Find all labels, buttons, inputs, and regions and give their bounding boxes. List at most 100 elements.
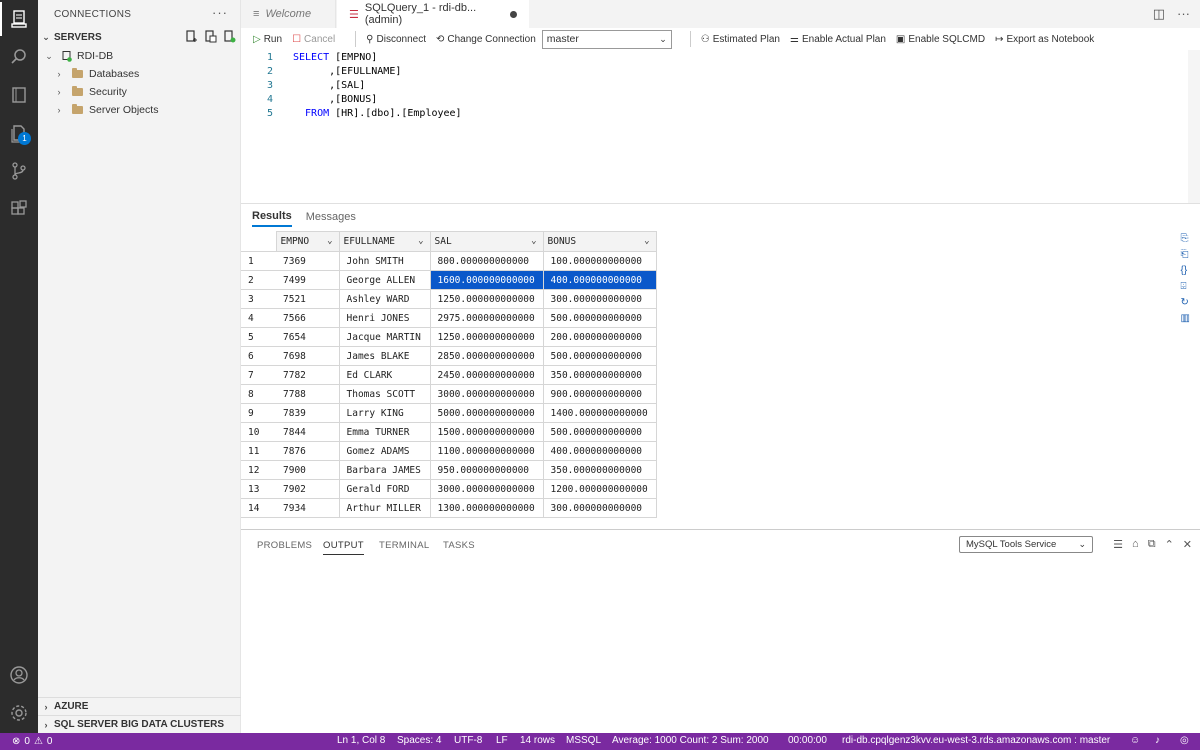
- table-cell[interactable]: 1600.000000000000: [430, 270, 544, 290]
- table-cell[interactable]: Gomez ADAMS: [339, 441, 431, 461]
- table-row[interactable]: 13 7902 Gerald FORD 3000.000000000000 1200.0…: [241, 479, 657, 499]
- table-cell[interactable]: 3000.000000000000: [430, 384, 544, 404]
- tab-problems[interactable]: PROBLEMS: [257, 540, 312, 551]
- refresh-icon[interactable]: ↻: [1181, 297, 1190, 308]
- chevron-down-icon[interactable]: ⌄: [531, 236, 536, 246]
- open-in-editor-icon[interactable]: ⧉: [1148, 538, 1156, 551]
- save-xml-icon[interactable]: ⌹: [1181, 281, 1190, 292]
- table-row[interactable]: 3 7521 Ashley WARD 1250.000000000000 300.000…: [241, 289, 657, 309]
- output-source-select[interactable]: MySQL Tools Service ⌄: [959, 536, 1093, 553]
- table-row[interactable]: 9 7839 Larry KING 5000.000000000000 1400.000…: [241, 403, 657, 423]
- table-cell[interactable]: 900.000000000000: [543, 384, 657, 404]
- table-row[interactable]: 6 7698 James BLAKE 2850.000000000000 500.000…: [241, 346, 657, 366]
- extensions-icon[interactable]: [0, 192, 38, 226]
- column-header[interactable]: SAL ⌄: [429, 231, 544, 252]
- chevron-down-icon[interactable]: ⌄: [644, 236, 649, 246]
- table-cell[interactable]: 7900: [276, 460, 340, 480]
- table-cell[interactable]: 1400.000000000000: [543, 403, 657, 423]
- tab-terminal[interactable]: TERMINAL: [379, 540, 429, 551]
- tab-tasks[interactable]: TASKS: [443, 540, 475, 551]
- table-cell[interactable]: 1250.000000000000: [430, 289, 544, 309]
- tab-sqlquery[interactable]: ☰ SQLQuery_1 - rdi-db...(admin): [337, 0, 529, 28]
- cancel-button[interactable]: ☐ Cancel: [292, 34, 335, 45]
- table-cell[interactable]: 7876: [276, 441, 340, 461]
- table-cell[interactable]: 500.000000000000: [543, 422, 657, 442]
- table-cell[interactable]: 7788: [276, 384, 340, 404]
- table-cell[interactable]: John SMITH: [339, 251, 431, 271]
- table-cell[interactable]: 5000.000000000000: [430, 403, 544, 423]
- results-grid[interactable]: EMPNO ⌄ EFULLNAME ⌄ SAL ⌄ BONUS ⌄ 1 7369 John …: [241, 231, 657, 518]
- table-cell[interactable]: Henri JONES: [339, 308, 431, 328]
- table-cell[interactable]: 1300.000000000000: [430, 498, 544, 518]
- problems-indicator[interactable]: ⊗ 0 ⚠ 0: [12, 736, 52, 747]
- table-cell[interactable]: James BLAKE: [339, 346, 431, 366]
- table-cell[interactable]: 1100.000000000000: [430, 441, 544, 461]
- actual-plan-button[interactable]: ⚌ Enable Actual Plan: [790, 34, 886, 45]
- language-mode[interactable]: MSSQL: [566, 735, 601, 746]
- table-cell[interactable]: 7839: [276, 403, 340, 423]
- table-row[interactable]: 7 7782 Ed CLARK 2450.000000000000 350.000000…: [241, 365, 657, 385]
- table-cell[interactable]: 1200.000000000000: [543, 479, 657, 499]
- azure-section-header[interactable]: › AZURE: [38, 697, 241, 715]
- servers-section-header[interactable]: ⌄ SERVERS: [38, 28, 241, 46]
- code-editor[interactable]: 1 SELECT [EMPNO] 2 ,[EFULLNAME] 3 ,[SAL]…: [241, 50, 1200, 203]
- broadcast-icon[interactable]: ◎: [1180, 735, 1189, 746]
- table-cell[interactable]: Barbara JAMES: [339, 460, 431, 480]
- table-cell[interactable]: 7499: [276, 270, 340, 290]
- new-server-group-icon[interactable]: [204, 28, 218, 44]
- save-csv-icon[interactable]: ⎘: [1181, 233, 1190, 244]
- chevron-up-icon[interactable]: ⌃: [1165, 538, 1174, 551]
- line-ending[interactable]: LF: [496, 735, 508, 746]
- table-cell[interactable]: 300.000000000000: [543, 498, 657, 518]
- export-notebook-button[interactable]: ↦ Export as Notebook: [995, 34, 1094, 45]
- estimated-plan-button[interactable]: ⚇ Estimated Plan: [701, 34, 780, 45]
- tab-messages[interactable]: Messages: [306, 208, 356, 226]
- table-cell[interactable]: Emma TURNER: [339, 422, 431, 442]
- table-cell[interactable]: Arthur MILLER: [339, 498, 431, 518]
- table-row[interactable]: 8 7788 Thomas SCOTT 3000.000000000000 900.00…: [241, 384, 657, 404]
- table-row[interactable]: 12 7900 Barbara JAMES 950.000000000000 350.0…: [241, 460, 657, 480]
- table-cell[interactable]: 7902: [276, 479, 340, 499]
- settings-gear-icon[interactable]: [0, 696, 38, 730]
- unsaved-dot-icon[interactable]: [510, 10, 517, 18]
- account-icon[interactable]: [0, 658, 38, 692]
- table-cell[interactable]: 1250.000000000000: [430, 327, 544, 347]
- table-cell[interactable]: 2450.000000000000: [430, 365, 544, 385]
- tab-results[interactable]: Results: [252, 207, 292, 227]
- table-cell[interactable]: 7654: [276, 327, 340, 347]
- table-cell[interactable]: 7782: [276, 365, 340, 385]
- encoding[interactable]: UTF-8: [454, 735, 482, 746]
- connections-icon[interactable]: [0, 2, 38, 36]
- table-row[interactable]: 4 7566 Henri JONES 2975.000000000000 500.000…: [241, 308, 657, 328]
- table-row[interactable]: 1 7369 John SMITH 800.000000000000 100.00000…: [241, 251, 657, 271]
- table-cell[interactable]: George ALLEN: [339, 270, 431, 290]
- table-cell[interactable]: 200.000000000000: [543, 327, 657, 347]
- table-cell[interactable]: 400.000000000000: [543, 270, 657, 290]
- table-row[interactable]: 10 7844 Emma TURNER 1500.000000000000 500.00…: [241, 422, 657, 442]
- tab-welcome[interactable]: ≡ Welcome: [241, 0, 336, 28]
- notifications-bell-icon[interactable]: ♪: [1155, 735, 1160, 746]
- table-cell[interactable]: 300.000000000000: [543, 289, 657, 309]
- more-actions-icon[interactable]: ···: [1177, 6, 1190, 22]
- notebook-icon[interactable]: [0, 78, 38, 112]
- indentation[interactable]: Spaces: 4: [397, 735, 441, 746]
- source-control-icon[interactable]: [0, 154, 38, 188]
- table-cell[interactable]: 7844: [276, 422, 340, 442]
- tree-item-security[interactable]: › Security: [38, 83, 241, 101]
- table-cell[interactable]: Thomas SCOTT: [339, 384, 431, 404]
- table-cell[interactable]: 950.000000000000: [430, 460, 544, 480]
- table-cell[interactable]: Larry KING: [339, 403, 431, 423]
- split-editor-icon[interactable]: ◫: [1153, 6, 1165, 22]
- column-header[interactable]: EFULLNAME ⌄: [338, 231, 431, 252]
- tree-item-databases[interactable]: › Databases: [38, 65, 241, 83]
- save-excel-icon[interactable]: ⎗: [1181, 249, 1190, 260]
- table-cell[interactable]: 7369: [276, 251, 340, 271]
- table-row[interactable]: 14 7934 Arthur MILLER 1300.000000000000 300.…: [241, 498, 657, 518]
- table-cell[interactable]: 7566: [276, 308, 340, 328]
- column-header[interactable]: BONUS ⌄: [542, 231, 657, 252]
- search-icon[interactable]: [0, 40, 38, 74]
- sqlcmd-button[interactable]: ▣ Enable SQLCMD: [896, 34, 985, 45]
- table-cell[interactable]: 500.000000000000: [543, 346, 657, 366]
- database-select[interactable]: master ⌄: [541, 29, 672, 49]
- table-cell[interactable]: 350.000000000000: [543, 460, 657, 480]
